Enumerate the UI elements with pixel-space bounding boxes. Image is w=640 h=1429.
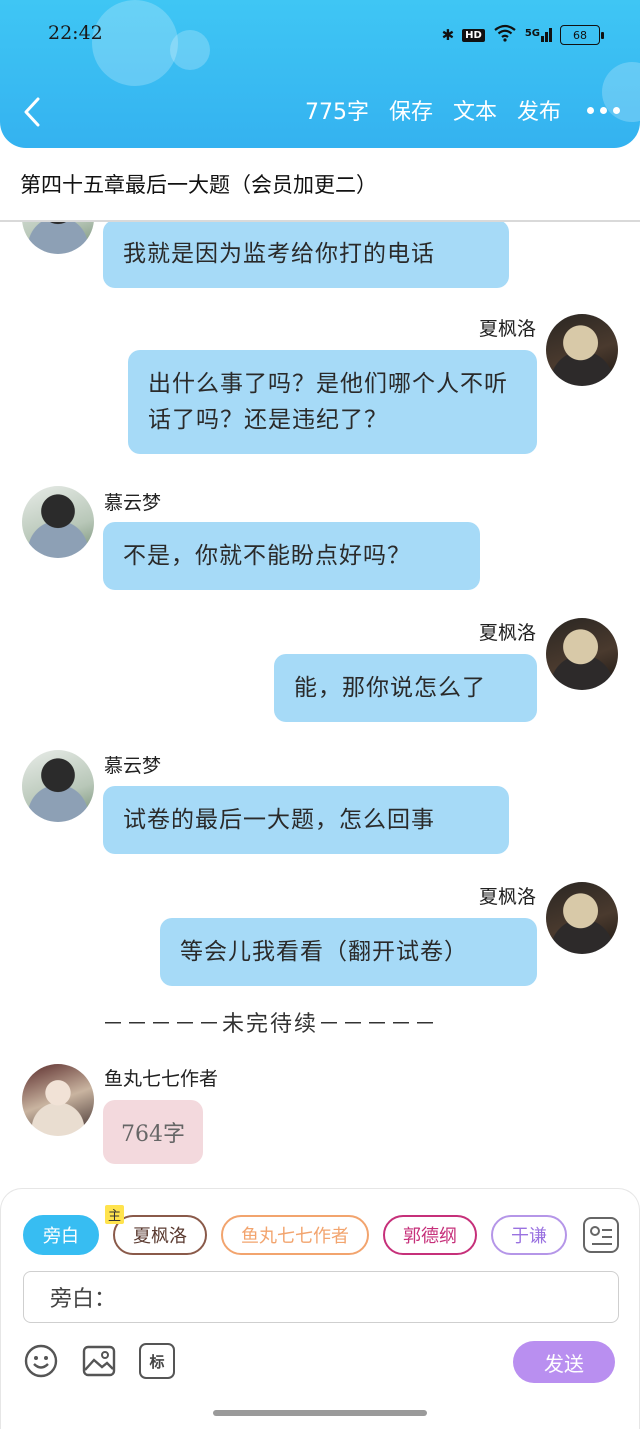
message-bubble[interactable]: 我就是因为监考给你打的电话 (103, 222, 509, 288)
hd-badge: HD (462, 28, 485, 42)
composer-panel: 旁白 主 夏枫洛 鱼丸七七作者 郭德纲 于谦 旁白： 标 发送 (0, 1188, 640, 1429)
back-button[interactable] (22, 96, 50, 128)
signal-icon: 5G (525, 28, 552, 42)
tag-label-button[interactable]: 标 (139, 1343, 175, 1379)
chapter-title[interactable]: 第四十五章最后一大题（会员加更二） (0, 148, 640, 222)
chevron-left-icon (24, 97, 40, 127)
to-be-continued-divider: －－－－－未完待续－－－－－ (101, 1012, 438, 1037)
battery-icon: 68 (560, 25, 604, 45)
header-toolbar: 775字 保存 文本 发布 (305, 94, 620, 126)
text-button[interactable]: 文本 (453, 94, 497, 126)
composer-tools: 标 (23, 1343, 175, 1379)
more-icon[interactable] (581, 106, 620, 114)
publish-button[interactable]: 发布 (517, 94, 561, 126)
role-chip-xia-fengluo[interactable]: 主 夏枫洛 (105, 1205, 207, 1255)
emoji-icon[interactable] (23, 1343, 59, 1379)
sender-name: 鱼丸七七作者 (104, 1068, 219, 1090)
status-icons: ✱ HD 5G 68 (441, 24, 604, 46)
role-selector: 旁白 主 夏枫洛 鱼丸七七作者 郭德纲 于谦 (23, 1205, 567, 1255)
avatar-mu-yunmeng[interactable] (22, 222, 94, 254)
message-bubble[interactable]: 能，那你说怎么了 (274, 654, 537, 722)
decor-bubble (170, 30, 210, 70)
message-bubble[interactable]: 等会儿我看看（翻开试卷） (160, 918, 537, 986)
image-icon[interactable] (81, 1343, 117, 1379)
decor-bubble (92, 0, 178, 86)
chat-area[interactable]: 我就是因为监考给你打的电话 夏枫洛 出什么事了吗？是他们哪个人不听话了吗？还是违… (0, 222, 640, 1188)
sender-name: 夏枫洛 (478, 622, 536, 644)
contacts-icon[interactable] (583, 1217, 619, 1253)
message-bubble[interactable]: 试卷的最后一大题，怎么回事 (103, 786, 509, 854)
signal-label: 5G (524, 28, 540, 39)
message-input[interactable]: 旁白： (23, 1271, 619, 1323)
status-time: 22:42 (48, 22, 103, 44)
message-bubble[interactable]: 不是，你就不能盼点好吗？ (103, 522, 480, 590)
send-button[interactable]: 发送 (513, 1341, 615, 1383)
avatar-mu-yunmeng[interactable] (22, 750, 94, 822)
main-character-tag: 主 (105, 1205, 125, 1224)
role-chip-narrator[interactable]: 旁白 (23, 1215, 99, 1255)
sender-name: 慕云梦 (104, 755, 162, 777)
save-button[interactable]: 保存 (389, 94, 433, 126)
avatar-mu-yunmeng[interactable] (22, 486, 94, 558)
sender-name: 慕云梦 (104, 492, 162, 514)
author-message-bubble[interactable]: 764字 (103, 1100, 203, 1164)
top-header: 22:42 ✱ HD 5G 68 775字 保存 文本 发布 (0, 0, 640, 148)
bluetooth-icon: ✱ (441, 26, 455, 44)
sender-name: 夏枫洛 (478, 886, 536, 908)
role-chip-author[interactable]: 鱼丸七七作者 (221, 1215, 369, 1255)
role-chip-guo-degang[interactable]: 郭德纲 (383, 1215, 477, 1255)
wifi-icon (493, 24, 517, 46)
message-bubble[interactable]: 出什么事了吗？是他们哪个人不听话了吗？还是违纪了？ (128, 350, 537, 454)
role-chip-yu-qian[interactable]: 于谦 (491, 1215, 567, 1255)
sender-name: 夏枫洛 (478, 318, 536, 340)
home-indicator[interactable] (213, 1410, 427, 1416)
avatar-author[interactable] (22, 1064, 94, 1136)
word-count: 775字 (304, 100, 369, 125)
role-chip-label: 夏枫洛 (133, 1226, 187, 1247)
avatar-xia-fengluo[interactable] (546, 618, 618, 690)
avatar-xia-fengluo[interactable] (546, 314, 618, 386)
avatar-xia-fengluo[interactable] (546, 882, 618, 954)
